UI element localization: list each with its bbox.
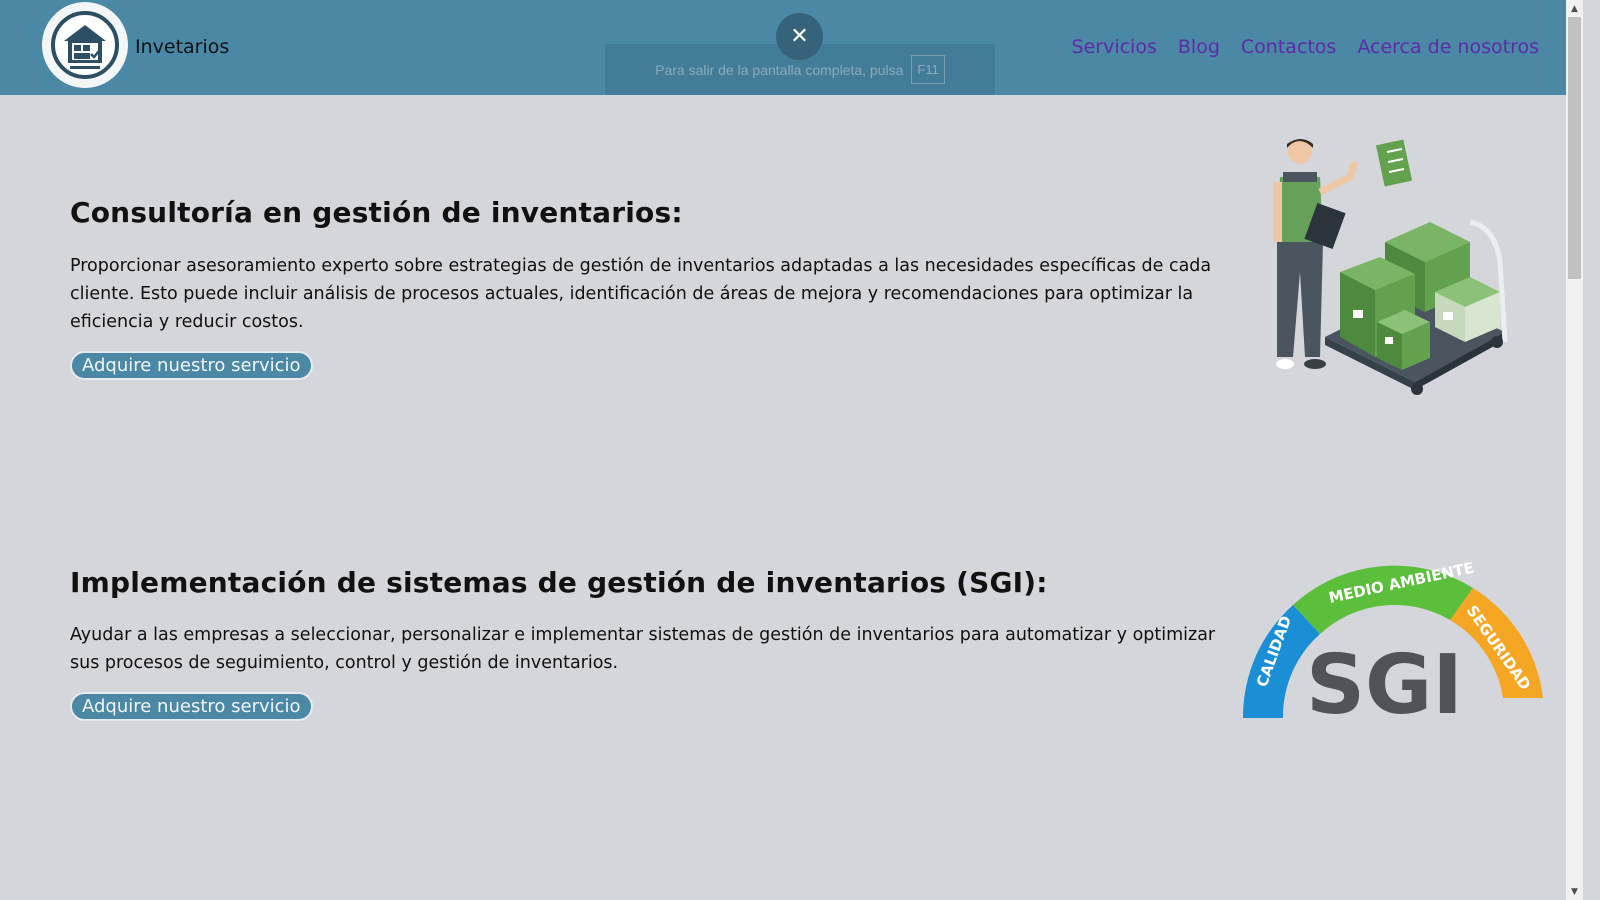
sgi-logo-image: CALIDAD MEDIO AMBIENTE SEGURIDAD SGI <box>1242 559 1543 723</box>
sgi-logo-text: SGI <box>1306 638 1463 723</box>
nav-link-acerca[interactable]: Acerca de nosotros <box>1357 36 1539 58</box>
warehouse-worker-illustration <box>1273 139 1508 395</box>
close-icon: ✕ <box>790 24 809 49</box>
nav-link-servicios[interactable]: Servicios <box>1072 36 1157 58</box>
vertical-scrollbar[interactable]: ▲ ▼ <box>1566 0 1583 900</box>
scroll-down-arrow-icon[interactable]: ▼ <box>1566 883 1583 900</box>
nav-link-contactos[interactable]: Contactos <box>1241 36 1336 58</box>
fullscreen-close-button[interactable]: ✕ <box>776 13 823 60</box>
scrollbar-thumb[interactable] <box>1568 17 1581 279</box>
section-title: Implementación de sistemas de gestión de… <box>70 566 1048 599</box>
nav-link-blog[interactable]: Blog <box>1178 36 1220 58</box>
fullscreen-notice-text: Para salir de la pantalla completa, puls… <box>655 61 904 78</box>
site-logo[interactable] <box>42 2 128 88</box>
section-description: Proporcionar asesoramiento experto sobre… <box>70 256 1212 332</box>
acquire-service-button[interactable]: Adquire nuestro servicio <box>70 351 313 380</box>
brand-name[interactable]: Invetarios <box>135 36 229 58</box>
scroll-up-arrow-icon[interactable]: ▲ <box>1566 0 1583 17</box>
section-description: Ayudar a las empresas a seleccionar, per… <box>70 625 1216 673</box>
acquire-service-button[interactable]: Adquire nuestro servicio <box>70 692 313 721</box>
section-title: Consultoría en gestión de inventarios: <box>70 196 683 229</box>
fullscreen-key-hint: F11 <box>911 55 945 84</box>
page: Invetarios Servicios Blog Contactos Acer… <box>0 0 1583 900</box>
warehouse-logo-icon <box>51 11 119 79</box>
service-section-consultoria: Consultoría en gestión de inventarios: P… <box>70 196 1220 380</box>
service-section-sgi: Implementación de sistemas de gestión de… <box>70 566 1220 721</box>
main-nav: Servicios Blog Contactos Acerca de nosot… <box>1072 36 1539 58</box>
